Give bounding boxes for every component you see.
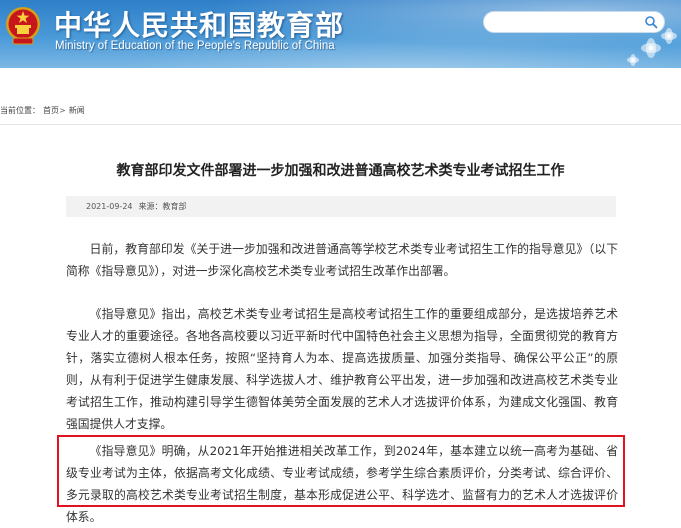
article-paragraph: 日前，教育部印发《关于进一步加强和改进普通高等学校艺术类专业考试招生工作的指导意… — [66, 242, 618, 278]
article-title: 教育部印发文件部署进一步加强和改进普通高校艺术类专业考试招生工作 — [116, 163, 565, 179]
breadcrumb-news-link[interactable]: 新闻 — [69, 105, 85, 116]
national-emblem-icon[interactable] — [4, 4, 42, 48]
breadcrumb-prefix: 当前位置： — [0, 105, 40, 115]
article-meta-bar: 2021-09-24 来源：教育部 — [66, 196, 616, 217]
site-header: 中华人民共和国教育部 Ministry of Education of the … — [0, 0, 681, 68]
article-date: 2021-09-24 — [86, 202, 133, 211]
site-title[interactable]: 中华人民共和国教育部 — [54, 4, 344, 44]
decorative-flower-icon — [627, 28, 677, 66]
search-icon[interactable] — [644, 15, 658, 29]
highlight-annotation-box — [57, 435, 625, 507]
breadcrumb: 当前位置： 首页 > 新闻 — [0, 102, 85, 118]
article-source: 来源：教育部 — [138, 202, 187, 211]
breadcrumb-home-link[interactable]: 首页 — [43, 105, 59, 116]
site-subtitle: Ministry of Education of the People's Re… — [55, 40, 335, 52]
breadcrumb-divider — [0, 124, 681, 125]
article-paragraph: 《指导意见》指出，高校艺术类专业考试招生是高校考试招生工作的重要组成部分，是选拔… — [66, 307, 618, 431]
breadcrumb-separator: > — [59, 105, 66, 115]
